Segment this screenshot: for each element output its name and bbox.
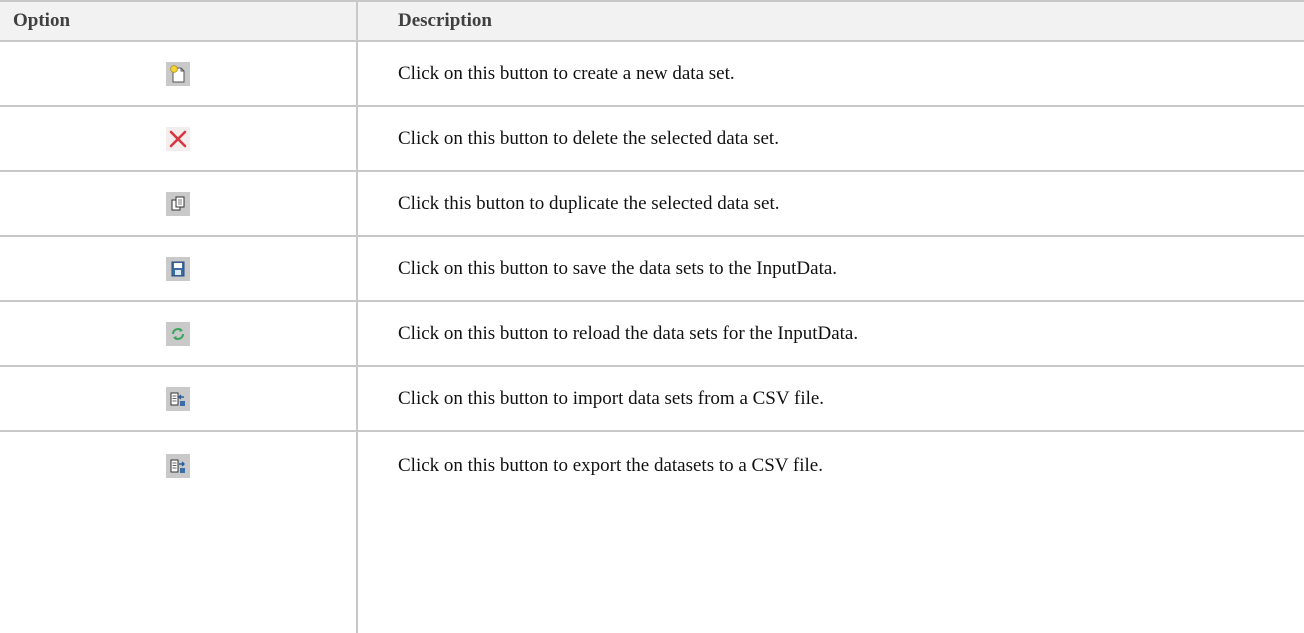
row-description: Click on this button to create a new dat… (398, 62, 735, 84)
table-row: Click this button to duplicate the selec… (0, 172, 1304, 237)
option-cell (0, 237, 356, 300)
column-divider (356, 0, 358, 633)
row-description: Click on this button to reload the data … (398, 322, 859, 344)
row-description: Click on this button to export the datas… (398, 454, 823, 476)
import-csv-icon[interactable] (166, 386, 190, 411)
table-row: Click on this button to reload the data … (0, 302, 1304, 367)
duplicate-icon[interactable] (166, 191, 190, 216)
table-row: Click on this button to export the datas… (0, 432, 1304, 499)
new-data-set-icon[interactable] (166, 61, 190, 86)
row-description: Click on this button to save the data se… (398, 257, 838, 279)
save-icon[interactable] (166, 256, 190, 281)
option-cell (0, 172, 356, 235)
option-cell (0, 42, 356, 105)
table-row: Click on this button to delete the selec… (0, 107, 1304, 172)
option-cell (0, 432, 356, 499)
option-cell (0, 302, 356, 365)
header-description: Description (398, 10, 492, 31)
row-description: Click on this button to import data sets… (398, 387, 825, 409)
row-description: Click on this button to delete the selec… (398, 127, 779, 149)
header-option: Option (13, 10, 71, 31)
table-row: Click on this button to save the data se… (0, 237, 1304, 302)
delete-icon[interactable] (166, 126, 190, 151)
table-row: Click on this button to create a new dat… (0, 42, 1304, 107)
row-description: Click this button to duplicate the selec… (398, 192, 780, 214)
options-table: Option Description Click on this button … (0, 0, 1304, 499)
export-csv-icon[interactable] (166, 453, 190, 478)
option-cell (0, 367, 356, 430)
reload-icon[interactable] (166, 321, 190, 346)
table-row: Click on this button to import data sets… (0, 367, 1304, 432)
table-header: Option Description (0, 0, 1304, 42)
option-cell (0, 107, 356, 170)
